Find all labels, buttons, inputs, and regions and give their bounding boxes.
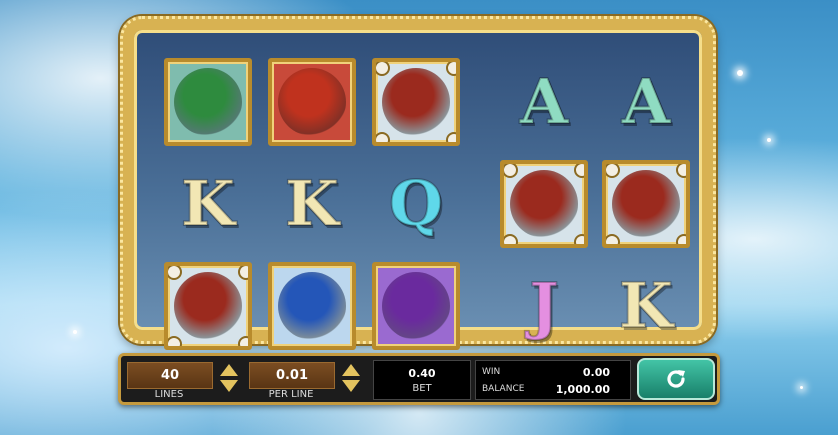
- bronze-dragon-tile: [164, 262, 252, 350]
- blue-dragon-icon: [278, 272, 346, 340]
- green-dragon-icon: [174, 68, 242, 136]
- symbol-bronze-dragon: [600, 158, 692, 250]
- corner-knob: [606, 234, 620, 244]
- lines-stepper[interactable]: [219, 364, 239, 396]
- balance-value: 1,000.00: [555, 383, 610, 396]
- symbol-j: J: [498, 260, 590, 352]
- symbol-bronze-dragon: [370, 56, 462, 148]
- corner-knob: [376, 62, 390, 76]
- bronze-dragon-tile: [602, 160, 690, 248]
- per-line-value: 0.01: [249, 362, 335, 389]
- symbol-a: A: [498, 56, 590, 148]
- symbol-blue-dragon: [266, 260, 358, 352]
- corner-knob: [574, 234, 584, 244]
- symbol-q: Q: [370, 158, 462, 250]
- corner-knob: [446, 132, 456, 142]
- letter-a: A: [621, 65, 671, 138]
- bronze-dragon-icon: [174, 272, 242, 340]
- symbol-a: A: [600, 56, 692, 148]
- per-line-label: PER LINE: [268, 389, 314, 400]
- spin-button[interactable]: [637, 358, 715, 400]
- balance-label: BALANCE: [482, 384, 525, 394]
- symbol-red-dragon: [266, 56, 358, 148]
- bronze-dragon-tile: [372, 58, 460, 146]
- reels-grid: AAKKQJK: [162, 56, 728, 356]
- symbol-bronze-dragon: [498, 158, 590, 250]
- win-balance-panel: WIN 0.00 BALANCE 1,000.00: [475, 360, 631, 400]
- letter-k: K: [284, 167, 340, 240]
- win-value: 0.00: [582, 366, 610, 379]
- corner-knob: [376, 132, 390, 142]
- symbol-k: K: [266, 158, 358, 250]
- red-dragon-tile: [268, 58, 356, 146]
- corner-knob: [168, 266, 182, 280]
- bet-value: 0.40: [408, 367, 436, 380]
- letter-k: K: [180, 167, 236, 240]
- sparkle: [800, 386, 803, 389]
- arrow-up-icon[interactable]: [342, 364, 360, 376]
- corner-knob: [504, 234, 518, 244]
- green-dragon-tile: [164, 58, 252, 146]
- corner-knob: [676, 164, 686, 178]
- symbol-k: K: [162, 158, 254, 250]
- corner-knob: [238, 336, 248, 346]
- corner-knob: [168, 336, 182, 346]
- sparkle: [737, 70, 743, 76]
- red-dragon-icon: [278, 68, 346, 136]
- letter-j: J: [528, 269, 559, 342]
- sparkle: [73, 330, 77, 334]
- symbol-bronze-dragon: [162, 260, 254, 352]
- reels-frame: AAKKQJK: [120, 16, 716, 350]
- purple-dragon-tile: [372, 262, 460, 350]
- corner-knob: [676, 234, 686, 244]
- bronze-dragon-tile: [500, 160, 588, 248]
- per-line-stepper[interactable]: [341, 364, 361, 396]
- purple-dragon-icon: [382, 272, 450, 340]
- corner-knob: [238, 266, 248, 280]
- letter-q: Q: [388, 167, 444, 240]
- arrow-up-icon[interactable]: [220, 364, 238, 376]
- arrow-down-icon[interactable]: [220, 380, 238, 392]
- symbol-purple-dragon: [370, 260, 462, 352]
- corner-knob: [574, 164, 584, 178]
- bronze-dragon-icon: [510, 170, 578, 238]
- arrow-down-icon[interactable]: [342, 380, 360, 392]
- lines-value: 40: [127, 362, 213, 389]
- corner-knob: [504, 164, 518, 178]
- bronze-dragon-icon: [612, 170, 680, 238]
- lines-label: LINES: [154, 389, 184, 400]
- symbol-green-dragon: [162, 56, 254, 148]
- game-screen: AAKKQJK 40 LINES 0.01 PER LINE 0.40 BET …: [0, 0, 838, 435]
- symbol-k: K: [600, 260, 692, 352]
- bronze-dragon-icon: [382, 68, 450, 136]
- win-label: WIN: [482, 367, 501, 377]
- blue-dragon-tile: [268, 262, 356, 350]
- corner-knob: [606, 164, 620, 178]
- sparkle: [767, 138, 771, 142]
- corner-knob: [446, 62, 456, 76]
- bet-panel: 0.40 BET: [373, 360, 471, 400]
- letter-k: K: [618, 269, 674, 342]
- refresh-icon: [667, 370, 685, 388]
- bet-label: BET: [412, 383, 432, 394]
- letter-a: A: [519, 65, 569, 138]
- control-bar: 40 LINES 0.01 PER LINE 0.40 BET WIN 0.00…: [118, 353, 720, 405]
